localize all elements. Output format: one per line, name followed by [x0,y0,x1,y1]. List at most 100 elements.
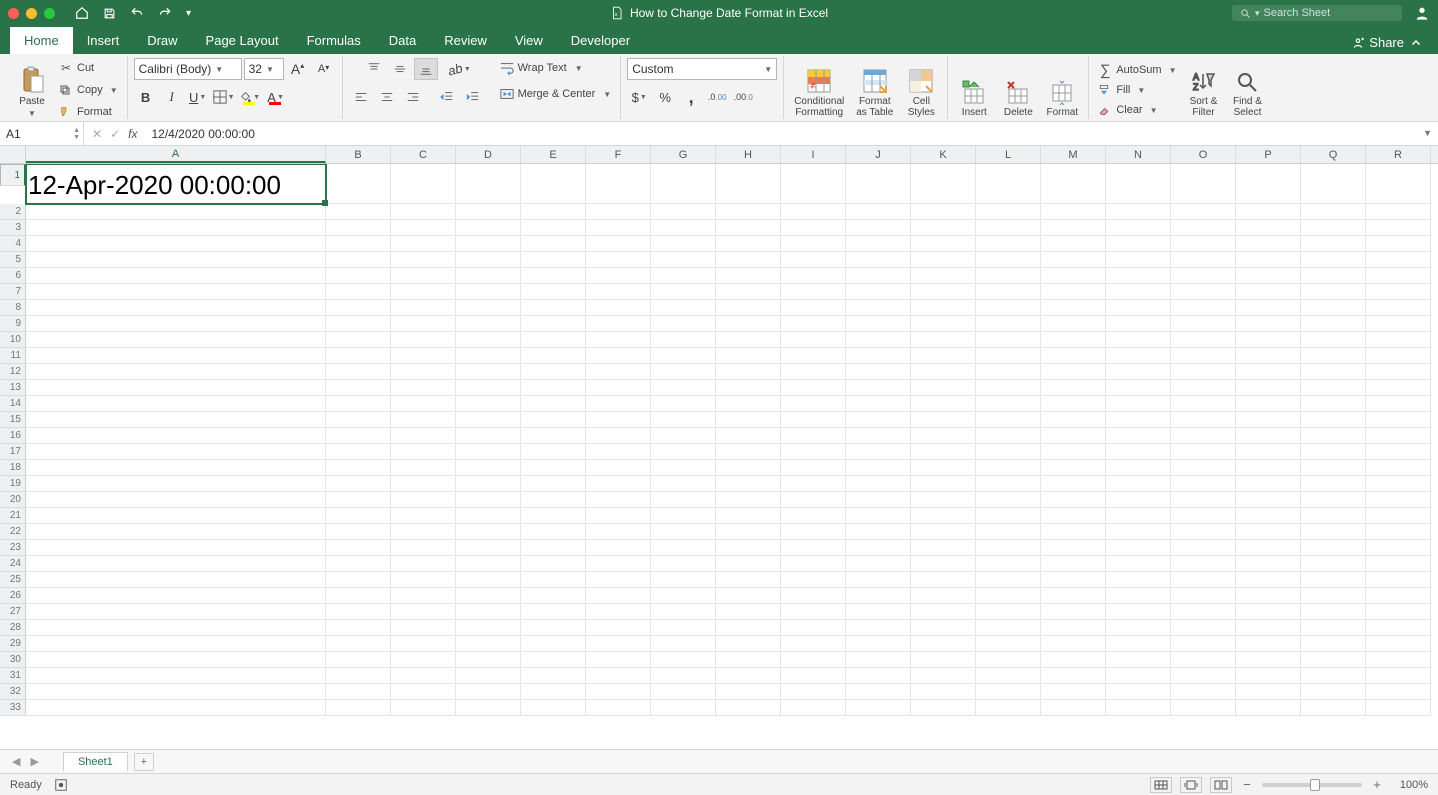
cell-O15[interactable] [1171,412,1236,428]
cell-E3[interactable] [521,220,586,236]
cell-G27[interactable] [651,604,716,620]
cell-G20[interactable] [651,492,716,508]
fx-icon[interactable]: fx [128,127,137,141]
cell-P13[interactable] [1236,380,1301,396]
cell-G12[interactable] [651,364,716,380]
cell-N13[interactable] [1106,380,1171,396]
cell-A22[interactable] [26,524,326,540]
cell-J20[interactable] [846,492,911,508]
increase-decimal-button[interactable]: .0.00 [705,86,729,108]
cell-H20[interactable] [716,492,781,508]
macro-record-icon[interactable] [54,778,68,792]
cell-P24[interactable] [1236,556,1301,572]
cell-M23[interactable] [1041,540,1106,556]
cell-N29[interactable] [1106,636,1171,652]
cell-H17[interactable] [716,444,781,460]
cell-M33[interactable] [1041,700,1106,716]
row-header[interactable]: 26 [0,588,26,604]
cell-H1[interactable] [716,164,781,204]
align-center-button[interactable] [375,86,399,108]
cell-K24[interactable] [911,556,976,572]
cell-B1[interactable] [326,164,391,204]
cell-O17[interactable] [1171,444,1236,460]
conditional-formatting-button[interactable]: ≠ Conditional Formatting [790,58,848,120]
cell-O18[interactable] [1171,460,1236,476]
cell-L3[interactable] [976,220,1041,236]
cell-P4[interactable] [1236,236,1301,252]
cell-F24[interactable] [586,556,651,572]
cell-F27[interactable] [586,604,651,620]
cell-M27[interactable] [1041,604,1106,620]
cell-L21[interactable] [976,508,1041,524]
cell-N33[interactable] [1106,700,1171,716]
cell-F1[interactable] [586,164,651,204]
cell-C16[interactable] [391,428,456,444]
collapse-ribbon-icon[interactable] [1410,37,1422,49]
cell-M30[interactable] [1041,652,1106,668]
sheet-nav-prev[interactable]: ◀ [10,755,22,768]
tab-insert[interactable]: Insert [73,27,134,54]
cell-H27[interactable] [716,604,781,620]
cell-A31[interactable] [26,668,326,684]
cell-B25[interactable] [326,572,391,588]
cell-P3[interactable] [1236,220,1301,236]
number-format-select[interactable]: Custom▼ [627,58,777,80]
font-name-select[interactable]: Calibri (Body)▼ [134,58,242,80]
cell-E28[interactable] [521,620,586,636]
cell-H13[interactable] [716,380,781,396]
cell-E26[interactable] [521,588,586,604]
cell-styles-button[interactable]: Cell Styles [901,58,941,120]
cell-H16[interactable] [716,428,781,444]
cell-I8[interactable] [781,300,846,316]
cell-R17[interactable] [1366,444,1431,460]
cell-F23[interactable] [586,540,651,556]
cell-L18[interactable] [976,460,1041,476]
cell-C25[interactable] [391,572,456,588]
cell-G7[interactable] [651,284,716,300]
cell-L10[interactable] [976,332,1041,348]
cell-C17[interactable] [391,444,456,460]
cell-H31[interactable] [716,668,781,684]
cell-A19[interactable] [26,476,326,492]
cell-Q15[interactable] [1301,412,1366,428]
cell-K9[interactable] [911,316,976,332]
cell-K14[interactable] [911,396,976,412]
cell-C24[interactable] [391,556,456,572]
cell-O10[interactable] [1171,332,1236,348]
cell-I23[interactable] [781,540,846,556]
cell-J33[interactable] [846,700,911,716]
cell-C18[interactable] [391,460,456,476]
column-header-E[interactable]: E [521,146,586,163]
cell-B19[interactable] [326,476,391,492]
cell-O24[interactable] [1171,556,1236,572]
cell-Q19[interactable] [1301,476,1366,492]
cell-O31[interactable] [1171,668,1236,684]
cell-F17[interactable] [586,444,651,460]
cell-I7[interactable] [781,284,846,300]
cell-J12[interactable] [846,364,911,380]
cell-G6[interactable] [651,268,716,284]
cell-D21[interactable] [456,508,521,524]
account-icon[interactable] [1414,5,1430,21]
row-header[interactable]: 10 [0,332,26,348]
cell-D17[interactable] [456,444,521,460]
cell-D5[interactable] [456,252,521,268]
cell-N11[interactable] [1106,348,1171,364]
home-icon[interactable] [75,6,89,20]
cell-K11[interactable] [911,348,976,364]
cell-M29[interactable] [1041,636,1106,652]
cell-H29[interactable] [716,636,781,652]
cell-G8[interactable] [651,300,716,316]
cell-N12[interactable] [1106,364,1171,380]
cell-M1[interactable] [1041,164,1106,204]
cell-O27[interactable] [1171,604,1236,620]
format-cells-button[interactable]: Format [1042,58,1082,120]
cell-Q5[interactable] [1301,252,1366,268]
cell-F11[interactable] [586,348,651,364]
cell-I12[interactable] [781,364,846,380]
cell-K12[interactable] [911,364,976,380]
cell-P6[interactable] [1236,268,1301,284]
decrease-indent-button[interactable] [435,86,459,108]
autosum-button[interactable]: ∑AutoSum▼ [1095,60,1179,80]
cell-L25[interactable] [976,572,1041,588]
